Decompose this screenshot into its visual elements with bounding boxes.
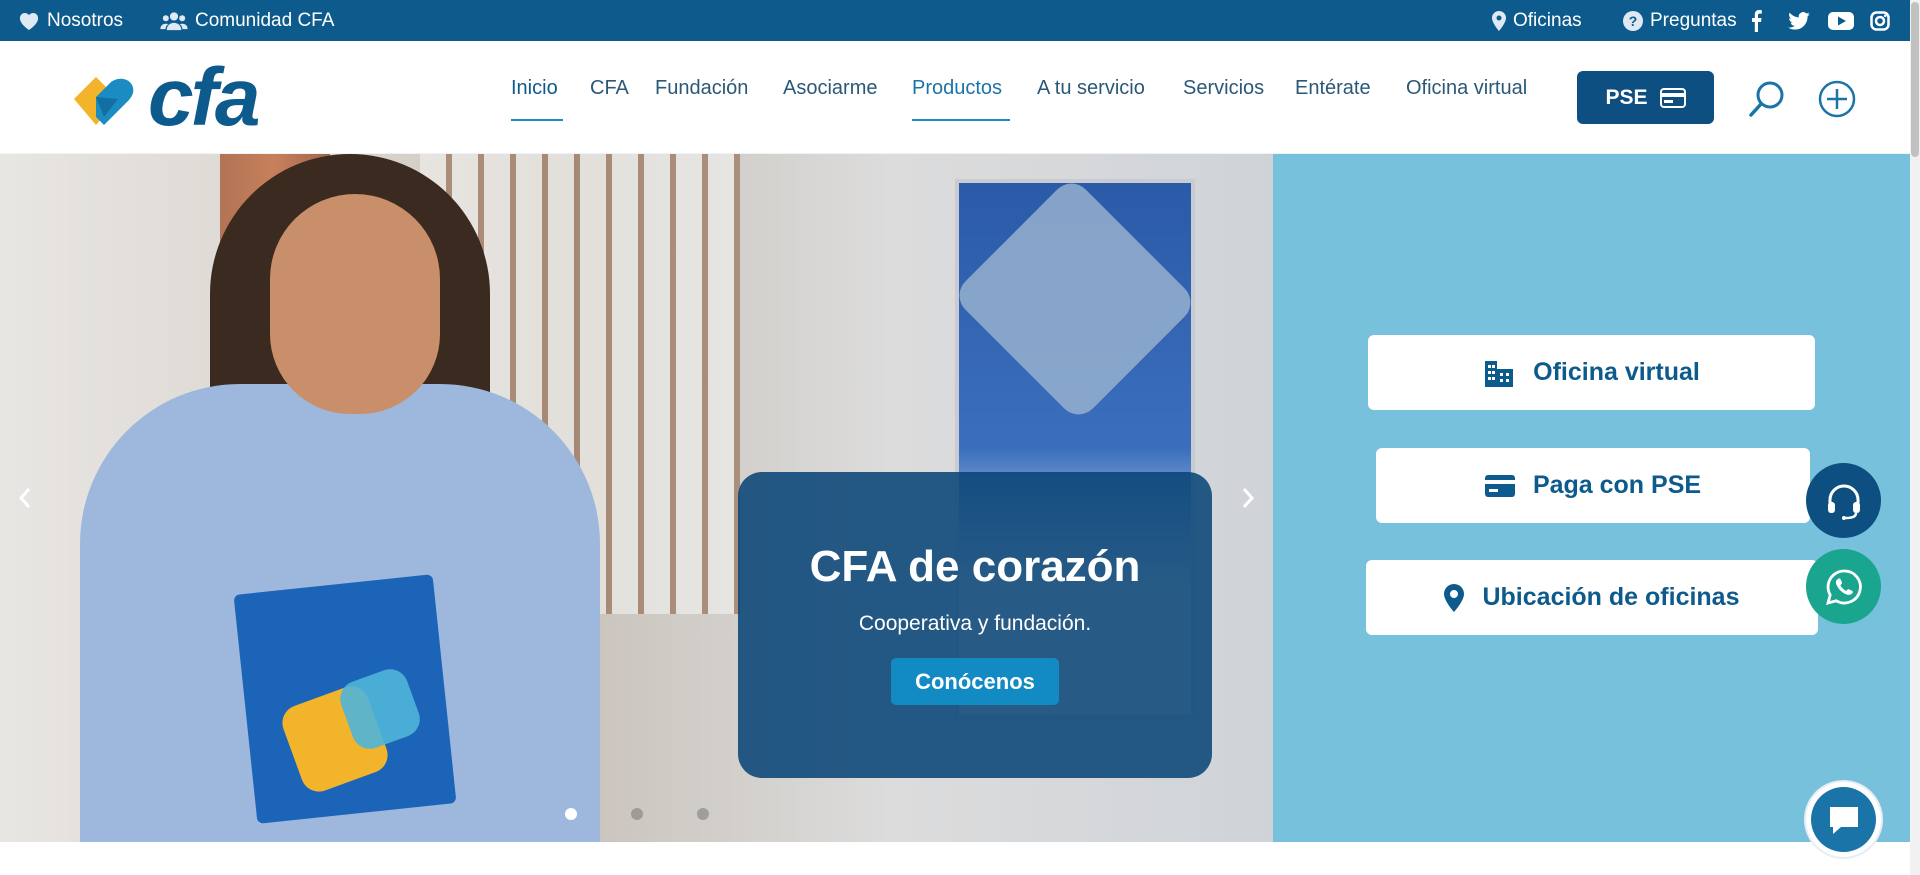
comunidad-label: Comunidad CFA <box>195 9 335 31</box>
svg-text:?: ? <box>1629 13 1638 29</box>
main-header: cfa Inicio CFA Fundación Asociarme Produ… <box>0 41 1920 154</box>
map-pin-icon <box>1444 583 1465 612</box>
heart-icon <box>19 12 39 30</box>
nav-fundacion[interactable]: Fundación <box>655 77 748 121</box>
carousel-prev-button[interactable] <box>10 476 40 520</box>
pse-button[interactable]: PSE <box>1577 71 1714 124</box>
hero-carousel: CFA de corazón Cooperativa y fundación. … <box>0 154 1273 842</box>
ubicacion-oficinas-button[interactable]: Ubicación de oficinas <box>1366 560 1818 635</box>
carousel-dot[interactable] <box>697 808 709 820</box>
youtube-link[interactable] <box>1828 0 1854 41</box>
logo-text: cfa <box>148 52 261 143</box>
nav-a-tu-servicio[interactable]: A tu servicio <box>1037 77 1145 121</box>
facebook-link[interactable] <box>1750 0 1762 41</box>
chat-button-outer[interactable] <box>1806 782 1881 857</box>
whatsapp-icon <box>1825 569 1862 605</box>
nav-cfa[interactable]: CFA <box>590 77 629 121</box>
oficinas-link[interactable]: Oficinas <box>1492 0 1582 41</box>
nav-servicios[interactable]: Servicios <box>1183 77 1264 121</box>
map-pin-icon <box>1492 10 1506 31</box>
slide-subtitle: Cooperativa y fundación. <box>858 612 1092 635</box>
carousel-next-button[interactable] <box>1233 476 1263 520</box>
expand-menu-button[interactable] <box>1815 77 1859 121</box>
nav-productos[interactable]: Productos <box>912 77 1010 121</box>
top-utility-bar: Nosotros Comunidad CFA Oficinas ? Pregun… <box>0 0 1920 41</box>
chevron-right-icon <box>1242 488 1255 508</box>
whatsapp-button[interactable] <box>1806 549 1881 624</box>
nav-oficina-virtual[interactable]: Oficina virtual <box>1406 77 1527 121</box>
preguntas-label: Preguntas <box>1650 9 1737 31</box>
question-icon: ? <box>1623 10 1643 31</box>
scrollbar-thumb[interactable] <box>1911 2 1919 157</box>
nav-asociarme[interactable]: Asociarme <box>783 77 877 121</box>
youtube-icon <box>1828 11 1854 30</box>
credit-card-icon <box>1484 474 1515 497</box>
nav-enterate[interactable]: Entérate <box>1295 77 1371 121</box>
carousel-dot[interactable] <box>631 808 643 820</box>
instagram-link[interactable] <box>1870 0 1890 41</box>
search-icon <box>1749 81 1784 117</box>
support-button[interactable] <box>1806 463 1881 538</box>
slide-title: CFA de corazón <box>809 542 1141 591</box>
heart-logo-icon <box>74 77 134 125</box>
nosotros-link[interactable]: Nosotros <box>18 0 123 41</box>
page-scrollbar[interactable] <box>1910 0 1920 875</box>
search-button[interactable] <box>1745 77 1789 121</box>
chat-button[interactable] <box>1811 787 1876 852</box>
conocenos-button[interactable]: Conócenos <box>891 658 1059 705</box>
nosotros-label: Nosotros <box>47 9 124 31</box>
chat-bubble-icon <box>1829 806 1858 834</box>
users-icon <box>160 11 188 30</box>
nav-inicio[interactable]: Inicio <box>511 77 563 121</box>
oficinas-label: Oficinas <box>1513 9 1582 31</box>
oficina-virtual-button[interactable]: Oficina virtual <box>1368 335 1815 410</box>
carousel-dot[interactable] <box>565 808 577 820</box>
facebook-icon <box>1752 9 1762 32</box>
plus-circle-icon <box>1818 80 1856 118</box>
cfa-logo[interactable]: cfa <box>70 57 270 139</box>
credit-card-icon <box>1659 87 1686 108</box>
twitter-link[interactable] <box>1788 0 1810 41</box>
paga-pse-label: Paga con PSE <box>1532 471 1702 499</box>
ubicacion-label: Ubicación de oficinas <box>1482 583 1740 611</box>
oficina-virtual-label: Oficina virtual <box>1533 358 1700 386</box>
instagram-icon <box>1870 10 1890 31</box>
building-icon <box>1485 360 1514 387</box>
pse-label: PSE <box>1605 85 1648 109</box>
chevron-left-icon <box>18 488 31 508</box>
slide-caption-card: CFA de corazón Cooperativa y fundación. … <box>738 472 1212 778</box>
comunidad-link[interactable]: Comunidad CFA <box>160 0 334 41</box>
paga-pse-button[interactable]: Paga con PSE <box>1376 448 1810 523</box>
preguntas-link[interactable]: ? Preguntas <box>1623 0 1737 41</box>
headset-icon <box>1827 484 1860 520</box>
twitter-icon <box>1788 11 1810 30</box>
photo-person-face <box>270 194 440 414</box>
